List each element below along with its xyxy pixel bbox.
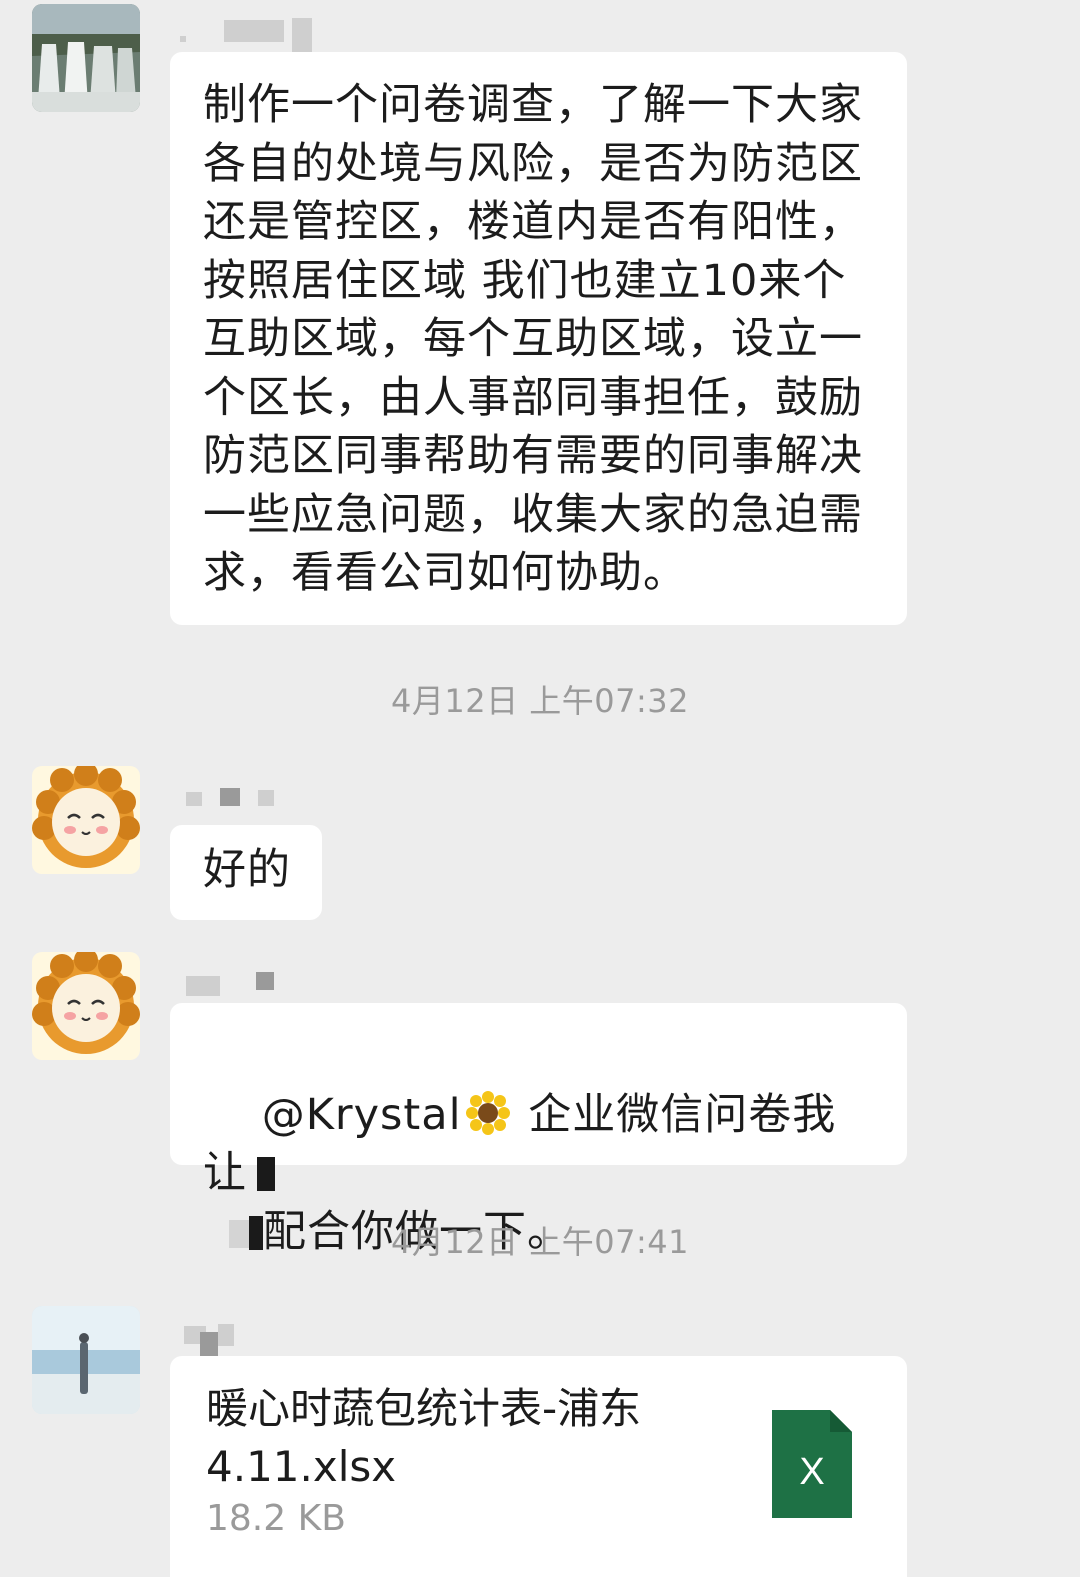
message-text: @Krystal 企业微信问卷我让 配合你做一下。 xyxy=(203,1027,877,1320)
message-bubble-reply[interactable]: 好的 xyxy=(170,825,322,920)
message-text: 好的 xyxy=(203,845,291,895)
sender-name-redacted xyxy=(180,14,320,54)
file-message-card[interactable]: 暖心时蔬包统计表-浦东4.11.xlsx 18.2 KB X xyxy=(170,1356,907,1577)
waterfall-avatar-icon xyxy=(32,4,140,112)
mention-link[interactable]: @Krystal xyxy=(262,1090,462,1140)
sender-avatar-lion[interactable] xyxy=(32,766,140,874)
sender-name-redacted xyxy=(180,968,290,1008)
file-size: 18.2 KB xyxy=(206,1498,346,1539)
message-bubble-survey[interactable]: 制作一个问卷调查，了解一下大家各自的处境与风险，是否为防范区还是管控区，楼道内是… xyxy=(170,52,907,625)
beach-avatar-icon xyxy=(32,1306,140,1414)
excel-letter: X xyxy=(799,1451,824,1493)
excel-file-icon: X xyxy=(772,1410,852,1518)
sender-avatar-waterfall[interactable] xyxy=(32,4,140,112)
sender-avatar-beach[interactable] xyxy=(32,1306,140,1414)
sender-avatar-lion[interactable] xyxy=(32,952,140,1060)
redacted-block xyxy=(257,1157,275,1191)
sender-name-redacted xyxy=(180,1318,250,1358)
timestamp: 4月12日 上午07:32 xyxy=(391,682,689,720)
lion-avatar-icon xyxy=(32,952,140,1060)
sender-name-redacted xyxy=(180,786,280,826)
lion-avatar-icon xyxy=(32,766,140,874)
file-name: 暖心时蔬包统计表-浦东4.11.xlsx xyxy=(206,1384,642,1491)
message-text: 制作一个问卷调查，了解一下大家各自的处境与风险，是否为防范区还是管控区，楼道内是… xyxy=(203,80,863,598)
timestamp: 4月12日 上午07:41 xyxy=(391,1223,689,1261)
message-bubble-mention[interactable]: @Krystal 企业微信问卷我让 配合你做一下。 xyxy=(170,1003,907,1257)
sunflower-icon xyxy=(465,1090,510,1135)
